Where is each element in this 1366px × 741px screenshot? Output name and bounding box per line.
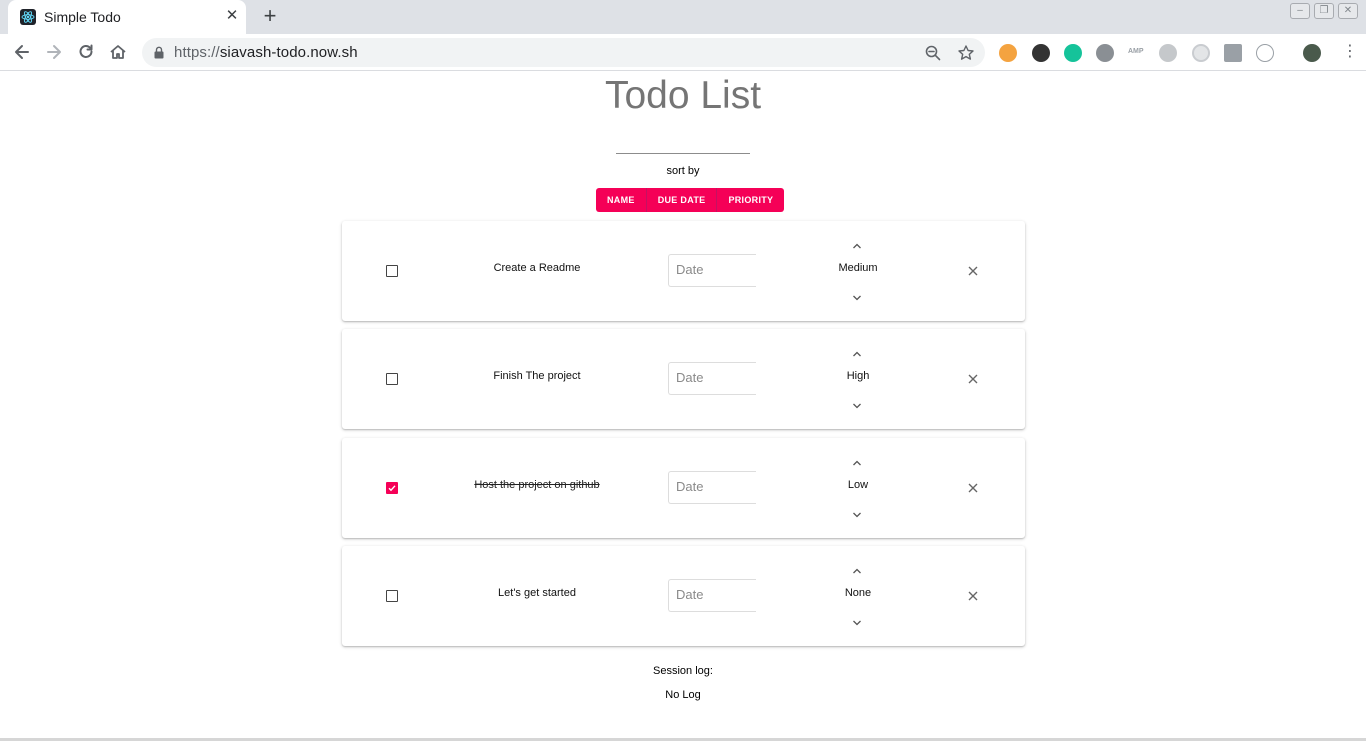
todo-name: Host the project on github (474, 479, 600, 491)
grammarly-icon[interactable] (1064, 44, 1082, 62)
headphones-extension-icon[interactable] (1032, 44, 1050, 62)
star-icon[interactable] (957, 44, 975, 62)
extension-icon[interactable] (999, 44, 1017, 62)
url-text[interactable]: https://siavash-todo.now.sh (174, 44, 358, 61)
forward-arrow-icon[interactable] (41, 39, 67, 65)
chevron-down-icon[interactable] (849, 508, 865, 520)
checkbox-icon[interactable] (386, 265, 398, 277)
lock-icon[interactable] (154, 46, 164, 64)
sort-name-button[interactable]: NAME (596, 188, 647, 212)
todo-card: Create a Readme Medium (342, 221, 1025, 321)
date-input[interactable] (676, 479, 752, 494)
zoom-out-icon[interactable] (924, 44, 942, 62)
home-icon[interactable] (105, 39, 131, 65)
chevron-down-icon[interactable] (849, 616, 865, 628)
date-input[interactable] (676, 587, 752, 602)
extension-c-icon[interactable] (1096, 44, 1114, 62)
reload-icon[interactable] (73, 39, 99, 65)
checkbox-icon[interactable] (386, 590, 398, 602)
sort-button-group: NAME DUE DATE PRIORITY (596, 188, 785, 212)
checkbox-icon[interactable] (386, 373, 398, 385)
tab-strip: Simple Todo ✕ + – ❐ ✕ (0, 0, 1366, 34)
date-field[interactable] (668, 362, 756, 395)
date-field[interactable] (668, 471, 756, 504)
react-favicon-icon (20, 9, 36, 25)
todo-card: Finish The project High (342, 329, 1025, 429)
priority-label: Low (847, 479, 869, 491)
browser-toolbar: https://siavash-todo.now.sh AMP ⋮ (0, 34, 1366, 71)
extension-a-icon[interactable] (1256, 44, 1274, 62)
session-log-value: No Log (665, 689, 701, 701)
todo-name: Create a Readme (493, 262, 581, 274)
amp-extension-icon[interactable]: AMP (1128, 48, 1144, 55)
chevron-up-icon[interactable] (849, 239, 865, 251)
date-input[interactable] (676, 370, 752, 385)
todo-name: Finish The project (493, 370, 581, 382)
priority-label: High (846, 370, 870, 382)
todo-card: Let's get started None (342, 546, 1025, 646)
back-arrow-icon[interactable] (9, 39, 35, 65)
extension-ring-icon[interactable] (1192, 44, 1210, 62)
new-todo-input[interactable] (616, 134, 750, 154)
sort-priority-button[interactable]: PRIORITY (717, 188, 785, 212)
vue-extension-icon[interactable] (1224, 44, 1242, 62)
address-bar[interactable]: https://siavash-todo.now.sh (142, 38, 985, 67)
window-close-icon[interactable]: ✕ (1338, 3, 1358, 19)
date-field[interactable] (668, 579, 756, 612)
chevron-down-icon[interactable] (849, 399, 865, 411)
sort-due-date-button[interactable]: DUE DATE (646, 188, 718, 212)
priority-label: None (844, 587, 872, 599)
page-content: Todo List sort by NAME DUE DATE PRIORITY… (0, 72, 1366, 738)
date-input[interactable] (676, 262, 752, 277)
tab-close-icon[interactable]: ✕ (224, 8, 240, 24)
chevron-up-icon[interactable] (849, 347, 865, 359)
chevron-down-icon[interactable] (849, 291, 865, 303)
close-icon[interactable] (966, 589, 980, 603)
new-tab-button[interactable]: + (258, 5, 282, 29)
sort-label: sort by (666, 165, 700, 177)
minimize-icon[interactable]: – (1290, 3, 1310, 19)
close-icon[interactable] (966, 372, 980, 386)
page-title: Todo List (604, 74, 762, 117)
date-field[interactable] (668, 254, 756, 287)
chevron-up-icon[interactable] (849, 564, 865, 576)
restore-icon[interactable]: ❐ (1314, 3, 1334, 19)
close-icon[interactable] (966, 481, 980, 495)
avatar[interactable] (1303, 44, 1321, 62)
browser-tab[interactable]: Simple Todo ✕ (8, 0, 246, 34)
tab-title: Simple Todo (44, 9, 121, 25)
priority-label: Medium (838, 262, 878, 274)
chevron-up-icon[interactable] (849, 456, 865, 468)
checkbox-checked-icon[interactable] (386, 482, 398, 494)
close-icon[interactable] (966, 264, 980, 278)
todo-card: Host the project on github Low (342, 438, 1025, 538)
speaker-extension-icon[interactable] (1159, 44, 1177, 62)
menu-kebab-icon[interactable]: ⋮ (1342, 43, 1358, 61)
todo-name: Let's get started (498, 587, 576, 599)
session-log-label: Session log: (653, 665, 713, 677)
